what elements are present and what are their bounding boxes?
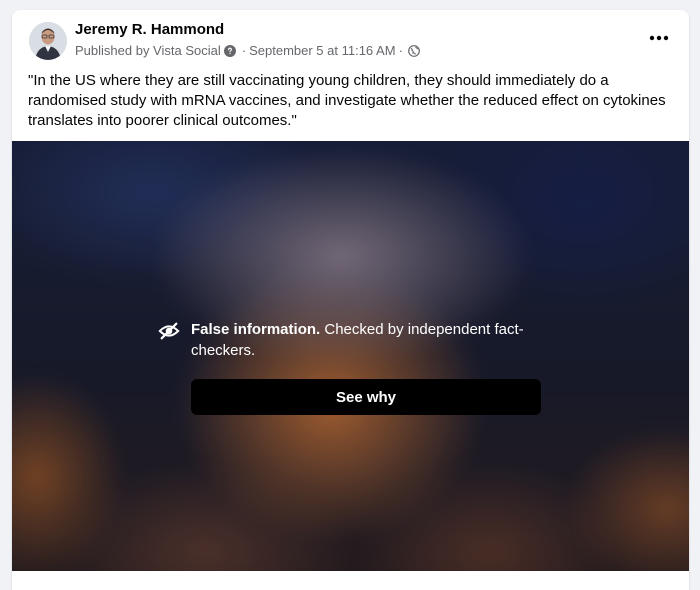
- avatar-photo-icon: [29, 22, 67, 60]
- avatar[interactable]: [29, 22, 67, 60]
- post-header: Jeremy R. Hammond Published by Vista Soc…: [12, 10, 689, 70]
- author-name[interactable]: Jeremy R. Hammond: [75, 21, 224, 38]
- more-options-button[interactable]: [643, 26, 675, 50]
- post-card: Jeremy R. Hammond Published by Vista Soc…: [12, 10, 689, 590]
- meta-separator: ·: [241, 43, 247, 58]
- post-footer: [12, 571, 689, 590]
- eye-slash-icon: [158, 322, 180, 340]
- see-why-button[interactable]: See why: [191, 379, 541, 415]
- warning-text: False information. Checked by independen…: [191, 319, 531, 361]
- meta-separator-2: ·: [398, 43, 403, 58]
- warning-row: False information. Checked by independen…: [158, 319, 548, 361]
- post-timestamp[interactable]: September 5 at 11:16 AM: [249, 43, 395, 58]
- published-by[interactable]: Published by Vista Social: [75, 43, 221, 58]
- question-mark-icon[interactable]: [223, 44, 236, 57]
- globe-icon[interactable]: [408, 44, 420, 57]
- post-text: "In the US where they are still vaccinat…: [28, 72, 666, 129]
- more-horizontal-icon: [649, 35, 669, 41]
- warning-label: False information.: [191, 321, 321, 338]
- post-media[interactable]: False information. Checked by independen…: [12, 141, 689, 571]
- post-meta: Published by Vista Social · September 5 …: [75, 43, 420, 58]
- false-information-warning: False information. Checked by independen…: [158, 319, 548, 415]
